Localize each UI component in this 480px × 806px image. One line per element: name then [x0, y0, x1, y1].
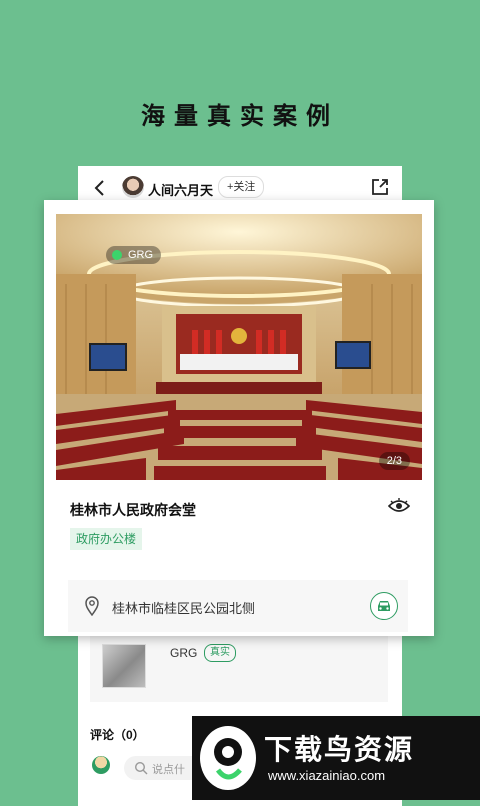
navigate-button[interactable] — [370, 592, 398, 620]
real-badge: 真实 — [204, 644, 236, 662]
location-icon — [85, 596, 99, 616]
promo-title: 海量真实案例 — [141, 103, 339, 130]
car-icon — [378, 601, 390, 611]
related-case-name: GRG — [170, 646, 198, 660]
related-case-card[interactable]: GRG 真实 — [90, 632, 388, 702]
watermark-url: www.xiazainiao.com — [268, 768, 386, 783]
address-bar[interactable]: 桂林市临桂区民公园北侧 — [68, 580, 408, 632]
project-title: 桂林市人民政府会堂 — [70, 502, 196, 518]
watermark-title: 下载鸟资源 — [264, 734, 415, 765]
username[interactable]: 人间六月天 — [148, 180, 213, 199]
share-icon[interactable] — [370, 177, 390, 197]
project-detail-card: GRG 2/3 桂林市人民政府会堂 政府办公楼 桂林市临桂区民公园北侧 — [44, 200, 434, 636]
category-tag: 政府办公楼 — [70, 528, 143, 550]
watermark-logo — [200, 726, 256, 790]
follow-button[interactable]: +关注 — [218, 176, 265, 198]
eye-icon[interactable] — [388, 498, 410, 514]
avatar[interactable] — [122, 176, 144, 198]
comment-avatar — [92, 756, 110, 774]
project-photo[interactable]: GRG 2/3 — [56, 214, 422, 480]
address-text: 桂林市临桂区民公园北侧 — [112, 601, 256, 616]
watermark: 下载鸟资源 www.xiazainiao.com — [192, 716, 480, 800]
brand-label: GRG — [106, 246, 162, 264]
image-page-indicator: 2/3 — [378, 452, 410, 470]
comments-title: 评论（0） — [90, 728, 145, 742]
search-icon — [134, 761, 148, 775]
comment-placeholder: 说点什 — [152, 764, 185, 776]
back-icon[interactable] — [90, 178, 110, 198]
related-case-thumbnail — [102, 644, 146, 688]
